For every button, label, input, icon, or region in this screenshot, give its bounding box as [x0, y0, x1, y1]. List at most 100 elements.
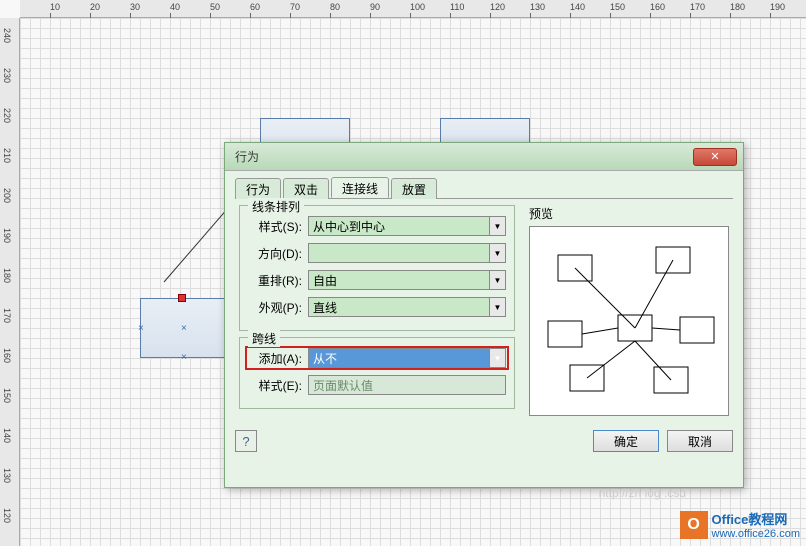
chevron-down-icon: ▼: [489, 298, 505, 316]
appearance-label: 外观(P):: [248, 299, 308, 316]
direction-row: 方向(D): ▼: [248, 241, 506, 265]
rerange-row: 重排(R): 自由 ▼: [248, 268, 506, 292]
style-label: 样式(S):: [248, 218, 308, 235]
tab-content: 线条排列 样式(S): 从中心到中心 ▼ 方向(D): ▼ 重排(R): 自由 ▼: [235, 199, 733, 422]
ruler-tick: 180: [2, 268, 12, 283]
ruler-tick: 190: [770, 2, 785, 12]
ruler-tick: 240: [2, 28, 12, 43]
close-button[interactable]: ✕: [693, 148, 737, 166]
combo-value: 页面默认值: [313, 377, 373, 394]
ruler-tick: 140: [2, 428, 12, 443]
ruler-tick: 130: [2, 468, 12, 483]
group-title: 跨线: [248, 330, 280, 347]
ghost-url: http://zh log .csd: [599, 486, 686, 500]
behavior-dialog: 行为 ✕ 行为 双击 连接线 放置 线条排列 样式(S): 从中心到中心 ▼ 方向…: [224, 142, 744, 488]
ruler-tick: 150: [2, 388, 12, 403]
ruler-tick: 120: [490, 2, 505, 12]
watermark-brand2: 教程网: [748, 512, 787, 527]
diagram-shape[interactable]: × × × × ×: [140, 298, 230, 358]
ruler-tick: 190: [2, 228, 12, 243]
dialog-titlebar[interactable]: 行为 ✕: [225, 143, 743, 171]
chevron-down-icon: ▼: [489, 244, 505, 262]
ok-button[interactable]: 确定: [593, 430, 659, 452]
glue-point-icon[interactable]: [178, 294, 186, 302]
tab-strip: 行为 双击 连接线 放置: [235, 177, 733, 199]
style-row: 样式(S): 从中心到中心 ▼: [248, 214, 506, 238]
ruler-tick: 40: [170, 2, 180, 12]
jumpstyle-label: 样式(E):: [248, 377, 308, 394]
tab-doubleclick[interactable]: 双击: [283, 178, 329, 199]
ruler-horizontal: 10 20 30 40 50 60 70 80 90 100 110 120 1…: [20, 0, 806, 18]
ruler-tick: 80: [330, 2, 340, 12]
chevron-down-icon: ▼: [489, 271, 505, 289]
add-combo[interactable]: 从不 ▼: [308, 348, 506, 368]
watermark-text: Office教程网 www.office26.com: [712, 509, 800, 540]
add-row-highlighted: 添加(A): 从不 ▼: [245, 346, 509, 370]
preview-box: [529, 226, 729, 416]
combo-value: 从中心到中心: [313, 218, 385, 235]
ruler-tick: 170: [2, 308, 12, 323]
style-combo[interactable]: 从中心到中心 ▼: [308, 216, 506, 236]
combo-value: 自由: [313, 272, 337, 289]
connection-point-icon: ×: [181, 323, 187, 334]
ruler-tick: 120: [2, 508, 12, 523]
ruler-tick: 10: [50, 2, 60, 12]
appearance-combo[interactable]: 直线 ▼: [308, 297, 506, 317]
cancel-button[interactable]: 取消: [667, 430, 733, 452]
ruler-tick: 30: [130, 2, 140, 12]
preview-column: 预览: [529, 205, 729, 416]
ruler-tick: 230: [2, 68, 12, 83]
appearance-row: 外观(P): 直线 ▼: [248, 295, 506, 319]
watermark-url: www.office26.com: [712, 528, 800, 540]
help-icon: ?: [242, 434, 249, 449]
ruler-tick: 50: [210, 2, 220, 12]
dialog-title: 行为: [231, 148, 693, 165]
ruler-tick: 100: [410, 2, 425, 12]
add-label: 添加(A):: [248, 350, 308, 367]
dialog-footer: ? 确定 取消: [225, 426, 743, 460]
ruler-tick: 130: [530, 2, 545, 12]
chevron-down-icon: ▼: [489, 217, 505, 235]
watermark-brand1: Office: [712, 512, 749, 527]
ruler-vertical: 240 230 220 210 200 190 180 170 160 150 …: [0, 18, 20, 546]
group-title: 线条排列: [248, 198, 304, 215]
close-icon: ✕: [710, 150, 719, 163]
help-button[interactable]: ?: [235, 430, 257, 452]
ruler-tick: 150: [610, 2, 625, 12]
ruler-tick: 210: [2, 148, 12, 163]
jumpstyle-combo[interactable]: 页面默认值: [308, 375, 506, 395]
rerange-label: 重排(R):: [248, 272, 308, 289]
connection-point-icon: ×: [181, 352, 187, 363]
rerange-combo[interactable]: 自由 ▼: [308, 270, 506, 290]
chevron-down-icon: ▼: [489, 349, 505, 367]
ruler-tick: 60: [250, 2, 260, 12]
ruler-tick: 170: [690, 2, 705, 12]
watermark: O Office教程网 www.office26.com: [680, 509, 800, 540]
ruler-tick: 180: [730, 2, 745, 12]
line-arrange-group: 线条排列 样式(S): 从中心到中心▼ 方向(D): ▼ 重排(R): 自由▼: [239, 205, 515, 331]
ruler-tick: 90: [370, 2, 380, 12]
tab-connector[interactable]: 连接线: [331, 177, 389, 198]
settings-column: 线条排列 样式(S): 从中心到中心▼ 方向(D): ▼ 重排(R): 自由▼: [239, 205, 515, 416]
preview-diagram: [540, 237, 718, 405]
combo-value: 直线: [313, 299, 337, 316]
combo-value: 从不: [313, 350, 337, 367]
ruler-tick: 20: [90, 2, 100, 12]
direction-label: 方向(D):: [248, 245, 308, 262]
preview-title: 预览: [529, 205, 729, 222]
tab-placement[interactable]: 放置: [391, 178, 437, 199]
ruler-tick: 220: [2, 108, 12, 123]
ruler-tick: 160: [2, 348, 12, 363]
ruler-tick: 70: [290, 2, 300, 12]
direction-combo[interactable]: ▼: [308, 243, 506, 263]
tab-behavior[interactable]: 行为: [235, 178, 281, 199]
connection-point-icon: ×: [138, 323, 144, 334]
ruler-tick: 160: [650, 2, 665, 12]
ruler-tick: 110: [450, 2, 464, 12]
watermark-icon: O: [680, 511, 708, 539]
jump-group: 跨线 添加(A): 从不▼ 样式(E): 页面默认值: [239, 337, 515, 409]
ruler-tick: 200: [2, 188, 12, 203]
dialog-body: 行为 双击 连接线 放置 线条排列 样式(S): 从中心到中心 ▼ 方向(D): …: [225, 171, 743, 426]
jumpstyle-row: 样式(E): 页面默认值: [248, 373, 506, 397]
ruler-tick: 140: [570, 2, 585, 12]
